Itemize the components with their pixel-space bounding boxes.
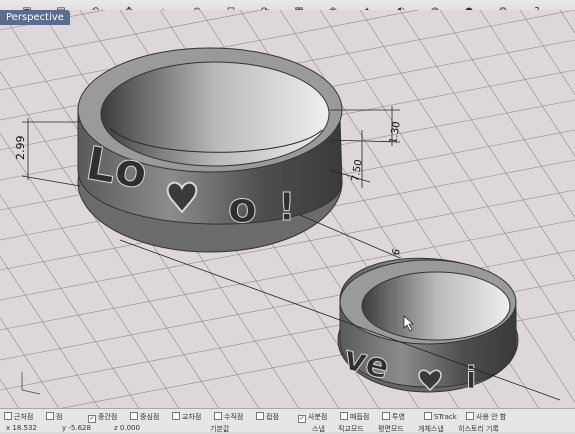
- perspective-viewport[interactable]: Lo o ! ve i 2.99 1.30 7.50 6: [0, 10, 575, 410]
- snap-checkbox[interactable]: [424, 412, 432, 420]
- mode-toggle[interactable]: 개체스냅: [418, 424, 444, 434]
- snap-label: 투영: [392, 413, 405, 421]
- snap-toggle[interactable]: 수직점: [214, 412, 243, 421]
- snap-checkbox[interactable]: [172, 412, 180, 420]
- snap-label: STrack: [434, 413, 457, 421]
- small-ring[interactable]: ve i: [337, 257, 519, 397]
- mode-toggle[interactable]: 직교모드: [338, 424, 364, 434]
- status-bar: 근처점 점 ✓ 중간점 중심점 교차점 수직점 접점 ✓ 사분점 매듭점 투영 STrack 사용 안 함…: [0, 408, 575, 434]
- snap-checkbox[interactable]: [340, 412, 348, 420]
- viewport-tab-perspective[interactable]: Perspective: [0, 10, 70, 25]
- snap-checkbox[interactable]: ✓: [298, 415, 306, 423]
- mode-toggle[interactable]: 히스토리 기록: [458, 424, 499, 434]
- snap-checkbox[interactable]: [130, 412, 138, 420]
- snap-toggle[interactable]: 점: [46, 412, 62, 421]
- snap-checkbox[interactable]: [4, 412, 12, 420]
- snap-toggle[interactable]: 투영: [382, 412, 405, 421]
- snap-label: 중간점: [98, 413, 118, 421]
- dimension-2-99: 2.99: [14, 136, 27, 161]
- large-ring-letters-2: o: [228, 183, 257, 232]
- snap-toggle[interactable]: STrack: [424, 412, 457, 421]
- snap-checkbox[interactable]: [466, 412, 474, 420]
- mode-toggle[interactable]: 스냅: [312, 424, 325, 434]
- snap-label: 사용 안 함: [476, 413, 507, 421]
- mode-toggle[interactable]: 평면모드: [378, 424, 404, 434]
- snap-label: 점: [56, 413, 63, 421]
- snap-toggle[interactable]: ✓ 중간점: [88, 412, 118, 423]
- large-ring-letters-3: !: [278, 185, 295, 229]
- snap-label: 매듭점: [350, 413, 370, 421]
- snap-label: 교차점: [182, 413, 202, 421]
- snap-label: 중심점: [140, 413, 160, 421]
- snap-toggle[interactable]: 접점: [256, 412, 279, 421]
- layer-label[interactable]: 기본값: [210, 424, 229, 434]
- large-ring-letters-1: Lo: [82, 136, 151, 200]
- snap-toggle[interactable]: 사용 안 함: [466, 412, 506, 421]
- snap-toggle[interactable]: 매듭점: [340, 412, 369, 421]
- snap-checkbox[interactable]: [256, 412, 264, 420]
- snap-toggle[interactable]: 중심점: [130, 412, 159, 421]
- snap-checkbox[interactable]: ✓: [88, 415, 96, 423]
- snap-toggle[interactable]: ✓ 사분점: [298, 412, 328, 423]
- snap-checkbox[interactable]: [382, 412, 390, 420]
- snap-label: 접점: [266, 413, 279, 421]
- snap-checkbox[interactable]: [46, 412, 54, 420]
- snap-label: 사분점: [308, 413, 328, 421]
- snap-toggle[interactable]: 교차점: [172, 412, 201, 421]
- snap-toggle[interactable]: 근처점: [4, 412, 33, 421]
- snap-label: 근처점: [14, 413, 34, 421]
- snap-label: 수직점: [224, 413, 244, 421]
- snap-checkbox[interactable]: [214, 412, 222, 420]
- large-ring[interactable]: Lo o !: [77, 47, 343, 253]
